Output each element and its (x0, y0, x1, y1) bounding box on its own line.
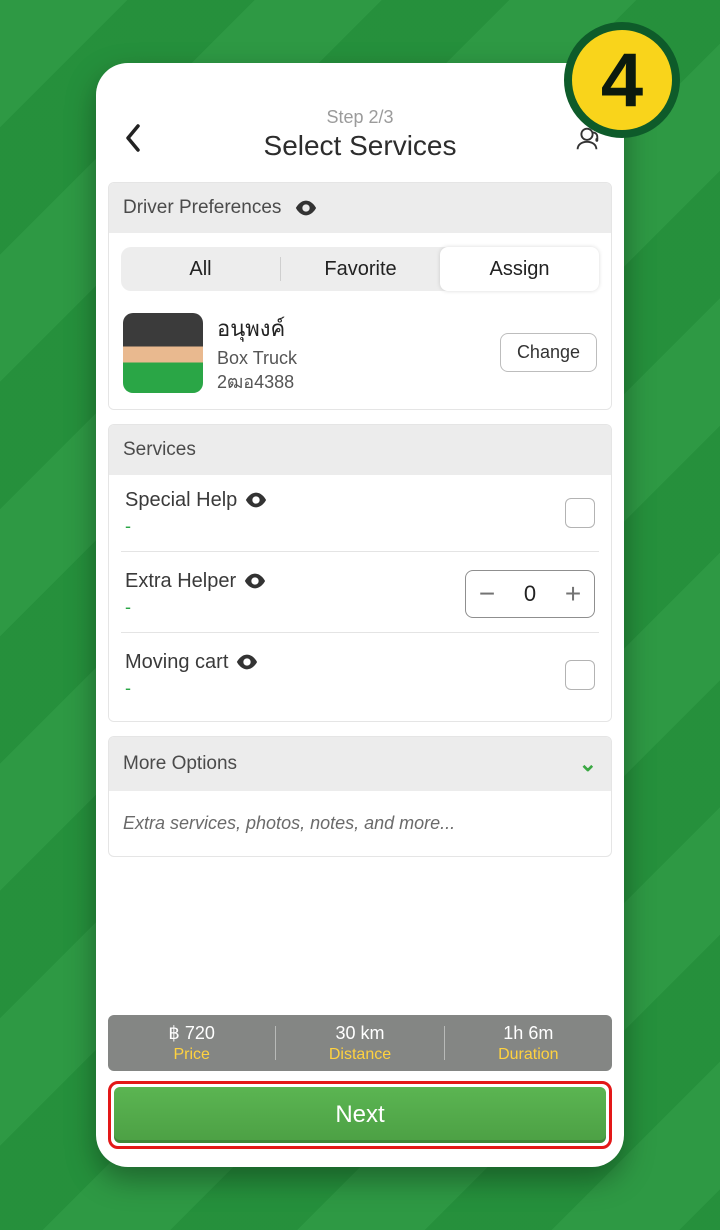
tab-favorite[interactable]: Favorite (281, 247, 440, 291)
more-options-header[interactable]: More Options ⌄ (109, 737, 611, 791)
service-item-moving-cart: Moving cart - (121, 632, 599, 713)
special-help-checkbox[interactable] (565, 498, 595, 528)
step-label: Step 2/3 (114, 107, 606, 128)
driver-avatar (123, 313, 203, 393)
header: Step 2/3 Select Services (96, 63, 624, 176)
summary-price-label: Price (173, 1046, 209, 1064)
summary-distance: 30 km Distance (276, 1015, 443, 1071)
chevron-left-icon (124, 124, 142, 152)
section-title: Services (123, 439, 196, 461)
more-options-hint: Extra services, photos, notes, and more.… (109, 791, 611, 856)
service-price: - (125, 516, 555, 537)
change-driver-button[interactable]: Change (500, 333, 597, 372)
next-button-highlight: Next (108, 1081, 612, 1149)
summary-price-value: ฿ 720 (168, 1023, 215, 1044)
section-title: Driver Preferences (123, 197, 281, 219)
stepper-decrement[interactable]: − (466, 571, 508, 617)
eye-icon[interactable] (245, 492, 267, 508)
tab-assign[interactable]: Assign (440, 247, 599, 291)
summary-duration-label: Duration (498, 1046, 558, 1064)
services-card: Services Special Help - (108, 424, 612, 722)
driver-vehicle-type: Box Truck (217, 346, 486, 370)
driver-filter-tabs: All Favorite Assign (121, 247, 599, 291)
service-price: - (125, 597, 455, 618)
summary-distance-value: 30 km (335, 1023, 384, 1044)
service-item-special-help: Special Help - (121, 479, 599, 551)
phone-frame: Step 2/3 Select Services Driver Preferen… (96, 63, 624, 1167)
service-item-extra-helper: Extra Helper - − 0 + (121, 551, 599, 632)
more-options-title: More Options (123, 753, 237, 775)
summary-duration-value: 1h 6m (503, 1023, 553, 1044)
more-options-card: More Options ⌄ Extra services, photos, n… (108, 736, 612, 857)
service-title: Extra Helper (125, 570, 236, 593)
driver-plate: 2ฒอ4388 (217, 370, 486, 394)
service-price: - (125, 678, 555, 699)
page-title: Select Services (114, 130, 606, 162)
driver-preferences-card: Driver Preferences All Favorite Assign อ… (108, 182, 612, 410)
eye-icon[interactable] (236, 654, 258, 670)
section-header-driver-prefs: Driver Preferences (109, 183, 611, 233)
driver-info: อนุพงค์ Box Truck 2ฒอ4388 (217, 311, 486, 395)
chevron-down-icon: ⌄ (579, 751, 597, 777)
tab-all[interactable]: All (121, 247, 280, 291)
moving-cart-checkbox[interactable] (565, 660, 595, 690)
tutorial-step-badge: 4 (564, 22, 680, 138)
driver-name: อนุพงค์ (217, 311, 486, 346)
summary-distance-label: Distance (329, 1046, 391, 1064)
eye-icon[interactable] (244, 573, 266, 589)
section-header-services: Services (109, 425, 611, 475)
summary-bar: ฿ 720 Price 30 km Distance 1h 6m Duratio… (108, 1015, 612, 1071)
service-title: Moving cart (125, 651, 228, 674)
eye-icon[interactable] (295, 200, 317, 216)
extra-helper-stepper: − 0 + (465, 570, 595, 618)
back-button[interactable] (116, 121, 150, 155)
summary-duration: 1h 6m Duration (445, 1015, 612, 1071)
service-title: Special Help (125, 489, 237, 512)
stepper-value: 0 (508, 581, 552, 607)
bottom-bar: ฿ 720 Price 30 km Distance 1h 6m Duratio… (96, 1005, 624, 1167)
next-button[interactable]: Next (114, 1087, 606, 1143)
summary-price: ฿ 720 Price (108, 1015, 275, 1071)
assigned-driver-row: อนุพงค์ Box Truck 2ฒอ4388 Change (121, 305, 599, 397)
stepper-increment[interactable]: + (552, 571, 594, 617)
